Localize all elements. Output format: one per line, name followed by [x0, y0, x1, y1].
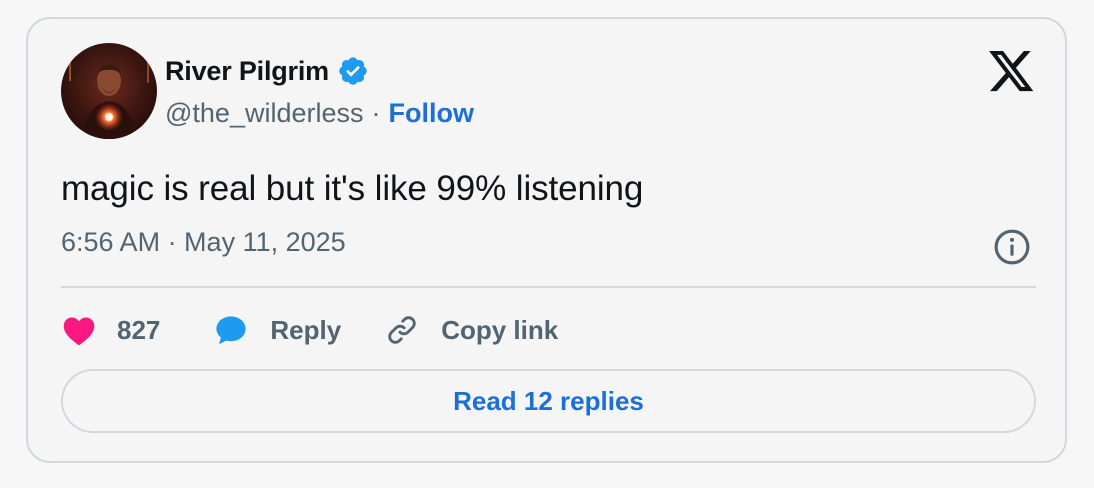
action-bar: 827 Reply Copy link	[61, 307, 558, 353]
speech-bubble-icon	[214, 313, 248, 347]
author-handle[interactable]: @the_wilderless	[165, 98, 364, 129]
separator-dot: ·	[371, 97, 381, 128]
tweet-timestamp[interactable]: 6:56 AM · May 11, 2025	[61, 227, 346, 258]
avatar[interactable]	[61, 43, 157, 139]
copy-link-label: Copy link	[441, 314, 559, 345]
x-logo-icon[interactable]	[989, 51, 1035, 93]
author-display-name[interactable]: River Pilgrim	[165, 56, 329, 87]
read-replies-button[interactable]: Read 12 replies	[61, 369, 1036, 433]
avatar-image	[61, 43, 157, 139]
like-button[interactable]: 827	[61, 314, 160, 346]
tweet-embed-card: River Pilgrim @the_wilderless · Follow m…	[26, 17, 1067, 463]
reply-label: Reply	[270, 314, 342, 345]
link-icon	[385, 313, 419, 347]
tweet-text: magic is real but it's like 99% listenin…	[61, 169, 644, 208]
copy-link-button[interactable]: Copy link	[385, 313, 558, 347]
reply-button[interactable]: Reply	[214, 313, 341, 347]
divider	[61, 286, 1036, 288]
verified-badge-icon	[337, 55, 369, 87]
like-count: 827	[117, 314, 161, 345]
author-name-row: River Pilgrim	[165, 53, 369, 89]
info-icon[interactable]	[993, 228, 1031, 266]
heart-icon	[61, 314, 97, 346]
author-handle-row: @the_wilderless · Follow	[165, 95, 474, 131]
follow-link[interactable]: Follow	[389, 98, 474, 129]
